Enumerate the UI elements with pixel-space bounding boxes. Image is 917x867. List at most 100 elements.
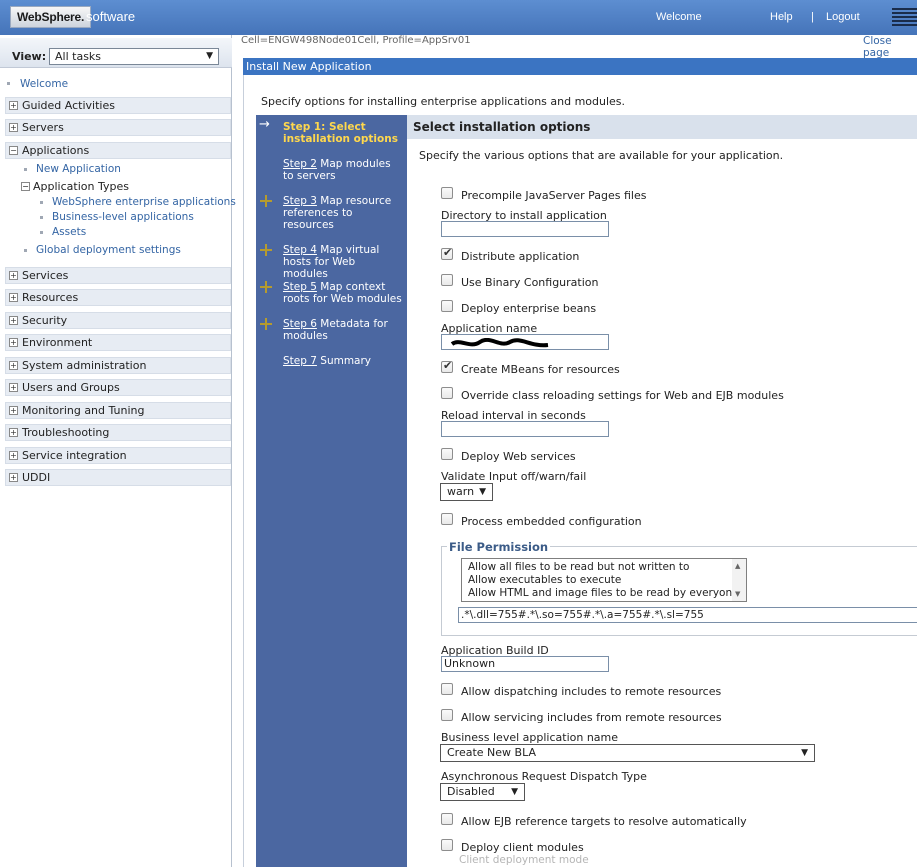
plus-icon <box>260 244 272 256</box>
chevron-down-icon: ▼ <box>801 748 808 758</box>
file-permission-legend: File Permission <box>447 540 551 554</box>
expand-icon: + <box>9 338 18 347</box>
file-permission-option[interactable]: Allow all files to be read but not writt… <box>468 561 689 573</box>
nav-welcome[interactable]: Welcome <box>20 78 68 90</box>
file-permission-option[interactable]: Allow executables to execute <box>468 574 621 586</box>
bla-name-select[interactable]: Create New BLA ▼ <box>440 744 815 762</box>
validate-input-select[interactable]: warn ▼ <box>440 483 493 501</box>
step-3[interactable]: Step 3 Map resource references to resour… <box>283 195 403 231</box>
step-7[interactable]: Step 7 Summary <box>283 355 403 367</box>
file-permission-listbox[interactable]: Allow all files to be read but not writt… <box>461 558 747 602</box>
chevron-down-icon: ▼ <box>511 787 518 797</box>
expand-icon: + <box>9 451 18 460</box>
nav-services[interactable]: + Services <box>5 267 231 284</box>
create-mbeans-checkbox[interactable] <box>441 359 453 373</box>
nav-application-types[interactable]: Application Types <box>33 180 129 193</box>
nav-environment[interactable]: + Environment <box>5 334 231 351</box>
override-reload-checkbox[interactable] <box>441 387 453 399</box>
nav-label: Guided Activities <box>22 99 115 112</box>
page-title: Install New Application <box>243 58 917 75</box>
scroll-up-icon[interactable]: ▲ <box>735 562 740 570</box>
banner: WebSphere. software Welcome Help | Logou… <box>0 0 917 35</box>
step-4-link[interactable]: Step 4 <box>283 244 317 256</box>
nav-business-level-apps[interactable]: Business-level applications <box>52 211 194 223</box>
expand-icon: + <box>9 428 18 437</box>
process-embedded-checkbox[interactable] <box>441 513 453 525</box>
scroll-down-icon[interactable]: ▼ <box>735 590 740 598</box>
bullet-icon <box>7 82 10 85</box>
nav-servers[interactable]: + Servers <box>5 119 231 136</box>
deploy-ejb-checkbox[interactable] <box>441 300 453 312</box>
bla-name-label: Business level application name <box>441 731 619 744</box>
nav-guided-activities[interactable]: + Guided Activities <box>5 97 231 114</box>
step-2[interactable]: Step 2 Map modules to servers <box>283 158 403 182</box>
nav-websphere-enterprise-apps[interactable]: WebSphere enterprise applications <box>52 196 236 208</box>
distribute-application-label: Distribute application <box>461 250 580 263</box>
file-permission-option[interactable]: Allow HTML and image files to be read by… <box>468 587 739 599</box>
nav-troubleshooting[interactable]: + Troubleshooting <box>5 424 231 441</box>
plus-icon <box>260 195 272 207</box>
nav-new-application[interactable]: New Application <box>36 163 121 175</box>
redaction-scribble <box>450 338 549 348</box>
nav-users-and-groups[interactable]: + Users and Groups <box>5 379 231 396</box>
deploy-client-checkbox[interactable] <box>441 839 453 851</box>
bla-name-value: Create New BLA <box>447 746 536 759</box>
step-7-text: Summary <box>316 355 372 367</box>
client-deployment-mode-label: Client deployment mode <box>459 854 589 866</box>
allow-dispatching-checkbox[interactable] <box>441 683 453 695</box>
nav-assets[interactable]: Assets <box>52 226 86 238</box>
nav-uddi[interactable]: + UDDI <box>5 469 231 486</box>
deploy-ws-checkbox[interactable] <box>441 448 453 460</box>
step-5[interactable]: Step 5 Map context roots for Web modules <box>283 281 403 305</box>
directory-input[interactable] <box>441 221 609 237</box>
welcome-link[interactable]: Welcome <box>656 11 702 23</box>
listbox-scrollbar[interactable]: ▲ ▼ <box>732 559 746 601</box>
file-permission-input[interactable]: .*\.dll=755#.*\.so=755#.*\.a=755#.*\.sl=… <box>458 607 917 623</box>
view-label: View: <box>12 50 47 63</box>
collapse-icon: − <box>9 146 18 155</box>
step-7-link[interactable]: Step 7 <box>283 355 317 367</box>
nav-security[interactable]: + Security <box>5 312 231 329</box>
distribute-application-checkbox[interactable] <box>441 246 453 260</box>
reload-interval-input[interactable] <box>441 421 609 437</box>
nav-resources[interactable]: + Resources <box>5 289 231 306</box>
step-6-link[interactable]: Step 6 <box>283 318 317 330</box>
wizard-steps-panel: → Step 1: Select installation options St… <box>256 115 407 867</box>
binary-config-checkbox[interactable] <box>441 274 453 286</box>
nav-applications[interactable]: − Applications <box>5 142 231 159</box>
nav-system-administration[interactable]: + System administration <box>5 357 231 374</box>
chevron-down-icon: ▼ <box>206 51 213 61</box>
build-id-input[interactable]: Unknown <box>441 656 609 672</box>
allow-ejb-ref-checkbox[interactable] <box>441 813 453 825</box>
expand-icon: + <box>9 123 18 132</box>
view-select[interactable]: All tasks ▼ <box>49 48 219 65</box>
allow-servicing-checkbox[interactable] <box>441 709 453 721</box>
step-2-link[interactable]: Step 2 <box>283 158 317 170</box>
arrow-right-icon: → <box>259 117 270 132</box>
async-dispatch-value: Disabled <box>447 785 495 798</box>
nav-label: Services <box>22 269 69 282</box>
expand-icon: + <box>9 101 18 110</box>
binary-config-label: Use Binary Configuration <box>461 276 599 289</box>
help-link[interactable]: Help <box>770 11 793 23</box>
async-dispatch-select[interactable]: Disabled ▼ <box>440 783 525 801</box>
bullet-icon <box>40 216 43 219</box>
step-5-link[interactable]: Step 5 <box>283 281 317 293</box>
logout-link[interactable]: Logout <box>826 11 860 23</box>
view-bar: View: All tasks ▼ <box>0 38 232 68</box>
nav-global-deployment[interactable]: Global deployment settings <box>36 244 181 256</box>
nav-label: UDDI <box>22 471 51 484</box>
step-4[interactable]: Step 4 Map virtual hosts for Web modules <box>283 244 403 280</box>
expand-icon: + <box>9 383 18 392</box>
nav-service-integration[interactable]: + Service integration <box>5 447 231 464</box>
intro-text: Specify options for installing enterpris… <box>261 95 626 108</box>
bullet-icon <box>24 168 27 171</box>
close-page-link[interactable]: Close page <box>863 35 917 59</box>
nav-monitoring-tuning[interactable]: + Monitoring and Tuning <box>5 402 231 419</box>
brand-suffix: software <box>86 9 136 24</box>
step-3-link[interactable]: Step 3 <box>283 195 317 207</box>
nav-label: Troubleshooting <box>22 426 110 439</box>
step-6[interactable]: Step 6 Metadata for modules <box>283 318 403 342</box>
precompile-jsp-checkbox[interactable] <box>441 187 453 199</box>
collapse-icon[interactable]: − <box>21 182 30 191</box>
